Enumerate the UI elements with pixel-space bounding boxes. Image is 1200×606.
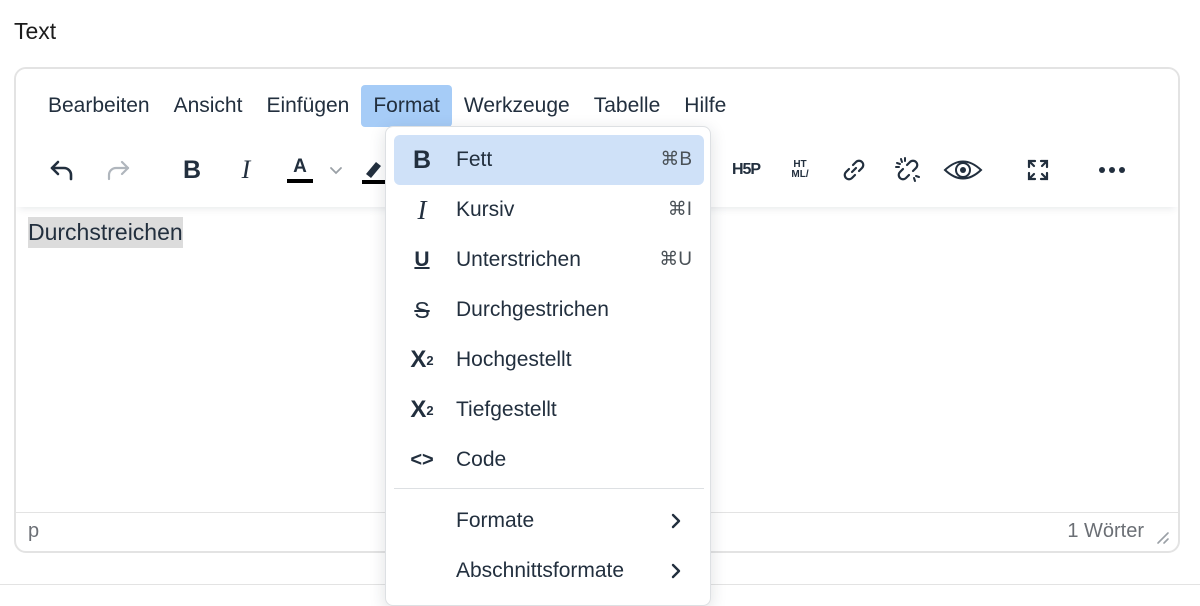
menu-item-label: Fett [456,148,493,171]
selected-text[interactable]: Durchstreichen [28,217,183,248]
menu-format[interactable]: Format [361,85,452,127]
field-label: Text [14,18,57,44]
element-path[interactable]: p [28,520,39,543]
chevron-right-icon [671,563,681,579]
menu-item-italic[interactable]: I Kursiv ⌘I [394,185,704,235]
chevron-right-icon [671,513,681,529]
strikethrough-icon: S [414,296,430,323]
fullscreen-icon [1027,159,1049,181]
menu-item-label: Tiefgestellt [456,398,557,421]
code-icon: <> [410,448,434,471]
h5p-icon: H5P [731,161,761,178]
more-button[interactable] [1092,147,1132,193]
menubar: Bearbeiten Ansicht Einfügen Format Werkz… [36,85,738,127]
text-color-swatch [287,179,313,183]
undo-button[interactable] [44,147,80,193]
menu-item-code[interactable]: <> Code [394,435,704,485]
redo-icon [107,160,130,181]
menu-item-label: Kursiv [456,198,515,221]
menu-item-shortcut: ⌘I [667,199,692,220]
menu-item-superscript[interactable]: X2 Hochgestellt [394,335,704,385]
highlighter-icon [362,162,386,184]
menu-item-formate[interactable]: Formate [394,496,704,546]
subscript-icon: X2 [404,392,440,428]
italic-button[interactable]: I [228,147,264,193]
menu-ansicht[interactable]: Ansicht [162,85,255,127]
text-color-icon: A [293,156,307,177]
menu-item-subscript[interactable]: X2 Tiefgestellt [394,385,704,435]
italic-icon: I [241,155,251,184]
menu-werkzeuge[interactable]: Werkzeuge [452,85,582,127]
menu-item-label: Hochgestellt [456,348,572,371]
undo-icon [50,160,73,181]
link-icon [843,159,865,181]
menu-hilfe[interactable]: Hilfe [672,85,738,127]
eye-icon [943,160,983,180]
subscript-base: X [410,396,427,423]
fullscreen-button[interactable] [1018,147,1058,193]
unlink-icon [895,157,920,182]
menu-item-bold[interactable]: B Fett ⌘B [394,135,704,185]
html-icon-bottom: ML/ [791,169,809,180]
more-icon [1099,167,1125,173]
underline-icon: U [414,248,430,271]
text-color-button[interactable]: A [280,147,320,193]
subscript-mark: 2 [426,402,434,418]
menu-einfuegen[interactable]: Einfügen [254,85,361,127]
link-button[interactable] [834,147,874,193]
menu-item-shortcut: ⌘B [660,149,692,170]
superscript-icon: X2 [404,342,440,378]
resize-handle-icon[interactable] [1154,529,1170,545]
superscript-mark: 2 [426,352,434,368]
chevron-down-icon [330,167,342,175]
html-source-button[interactable]: HT ML/ [780,147,820,193]
menu-item-label: Durchgestrichen [456,298,609,321]
format-menu: B Fett ⌘B I Kursiv ⌘I U Unterstrichen ⌘U… [385,126,711,606]
menu-item-label: Formate [456,509,535,532]
menu-bearbeiten[interactable]: Bearbeiten [36,85,162,127]
word-count[interactable]: 1 Wörter [1067,520,1144,543]
bold-icon: B [182,155,202,184]
menu-tabelle[interactable]: Tabelle [582,85,673,127]
bold-icon: B [412,145,432,174]
unlink-button[interactable] [888,147,928,193]
redo-button[interactable] [100,147,136,193]
preview-button[interactable] [940,147,986,193]
bold-button[interactable]: B [174,147,210,193]
menu-item-underline[interactable]: U Unterstrichen ⌘U [394,235,704,285]
italic-icon: I [417,194,427,225]
text-color-dropdown[interactable] [324,147,348,193]
superscript-base: X [410,346,427,373]
menu-item-label: Unterstrichen [456,248,581,271]
menu-item-label: Code [456,448,507,471]
menu-item-shortcut: ⌘U [659,249,692,270]
menu-separator [394,488,704,489]
menu-item-strikethrough[interactable]: S Durchgestrichen [394,285,704,335]
h5p-button[interactable]: H5P [726,147,766,193]
highlight-color-button[interactable] [360,147,386,193]
